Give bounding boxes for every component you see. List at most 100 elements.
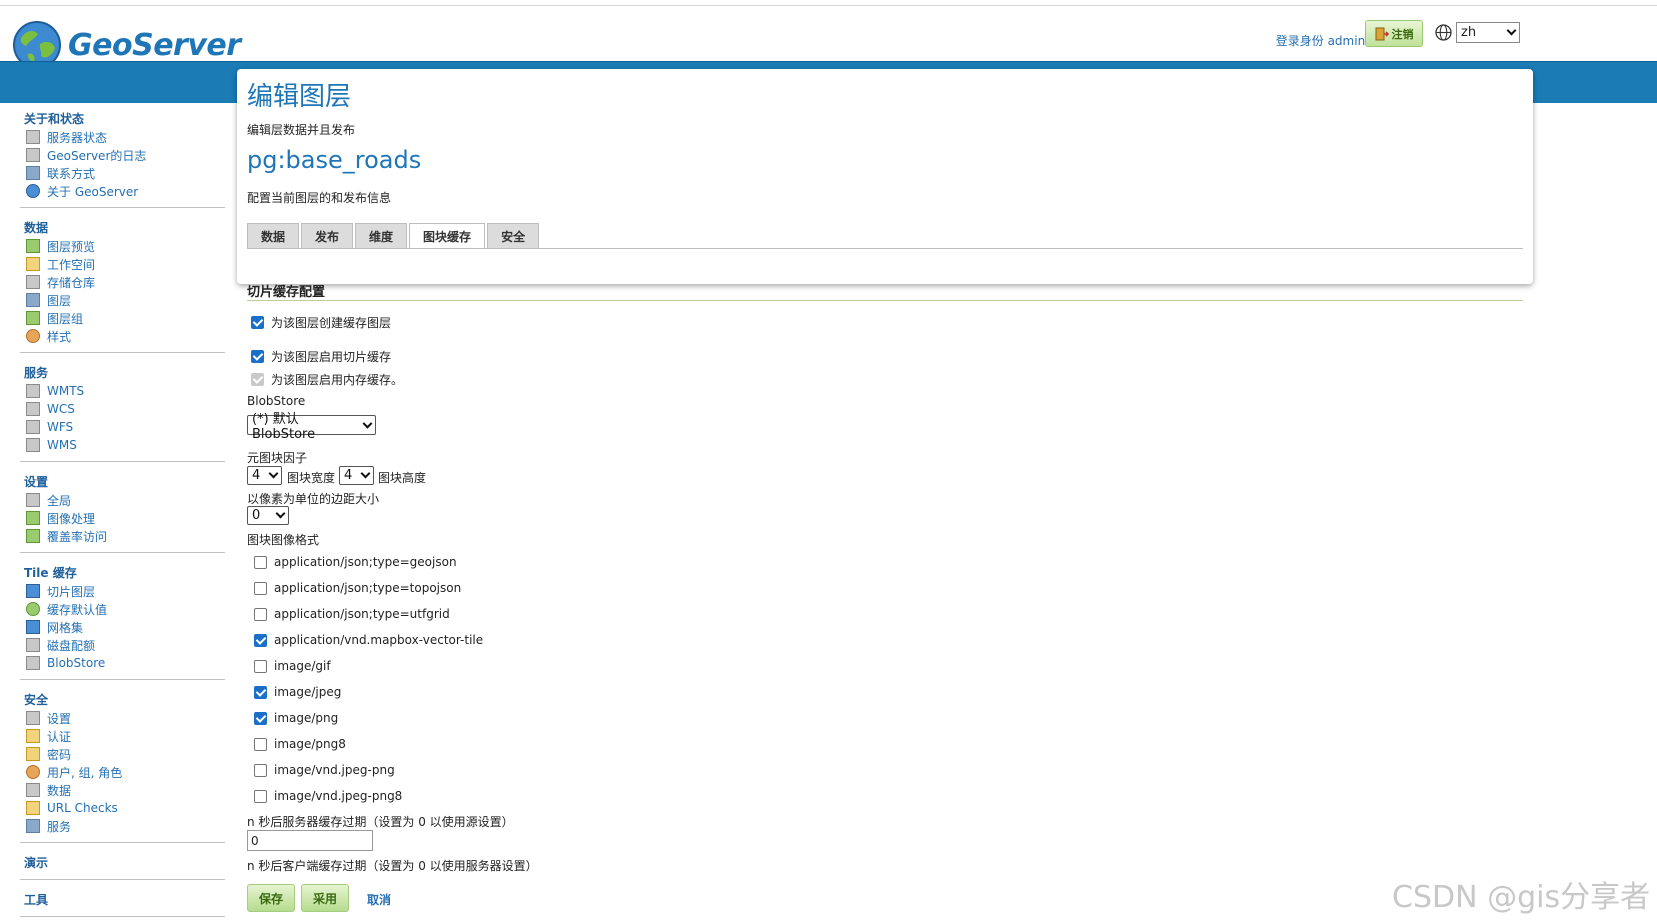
blobstore-select[interactable]: (*) 默认 BlobStore	[247, 412, 376, 442]
format-label: application/json;type=utfgrid	[274, 607, 450, 621]
format-checkbox[interactable]	[254, 763, 267, 777]
sidebar-item-wfs[interactable]: WFS	[20, 418, 225, 436]
sidebar-item-coverage-access[interactable]: 覆盖率访问	[20, 527, 225, 545]
metatile-height-select[interactable]: 4	[339, 466, 374, 485]
format-label: image/vnd.jpeg-png	[274, 763, 395, 777]
sidebar-item-service-security[interactable]: 服务	[20, 817, 225, 835]
sidebar-group-tile-cache: Tile 缓存 切片图层 缓存默认值 网格集 磁盘配额 BlobStore	[20, 564, 225, 680]
sidebar-item-label: 服务器状态	[47, 130, 108, 145]
sidebar-item-passwords[interactable]: 密码	[20, 745, 225, 763]
create-cached-layer-option[interactable]: 为该图层创建缓存图层	[251, 314, 391, 331]
format-checkbox[interactable]	[254, 659, 267, 673]
gutter-select[interactable]: 0	[247, 506, 289, 525]
create-cached-layer-checkbox[interactable]	[251, 316, 264, 329]
sidebar-item-layer-groups[interactable]: 图层组	[20, 309, 225, 327]
sidebar-item-label: WMTS	[47, 384, 85, 398]
sidebar-item-about[interactable]: 关于 GeoServer	[20, 182, 225, 200]
option-label: 为该图层启用切片缓存	[271, 350, 392, 364]
sidebar-item-label: 关于 GeoServer	[47, 184, 139, 199]
sidebar-item-security-settings[interactable]: 设置	[20, 709, 225, 727]
tab-publishing[interactable]: 发布	[301, 223, 354, 248]
format-checkbox[interactable]	[254, 607, 267, 621]
sidebar-item-server-status[interactable]: 服务器状态	[20, 128, 225, 146]
format-option[interactable]: image/png	[254, 711, 338, 725]
format-option[interactable]: image/vnd.jpeg-png8	[254, 789, 402, 803]
sidebar-heading[interactable]: 工具	[20, 891, 225, 909]
sidebar-heading: 设置	[24, 475, 49, 489]
save-button[interactable]: 保存	[247, 884, 295, 912]
format-checkbox[interactable]	[254, 711, 267, 725]
sidebar-item-styles[interactable]: 样式	[20, 327, 225, 345]
sidebar-item-workspaces[interactable]: 工作空间	[20, 255, 225, 273]
sidebar-heading[interactable]: 演示	[20, 854, 225, 872]
metatile-width-select[interactable]: 4	[247, 466, 282, 485]
sidebar-item-url-checks[interactable]: URL Checks	[20, 799, 225, 817]
gutter-label: 以像素为单位的边距大小	[247, 492, 380, 506]
format-option[interactable]: image/jpeg	[254, 685, 341, 699]
contact-card-icon	[26, 166, 40, 180]
sidebar-item-wmts[interactable]: WMTS	[20, 382, 225, 400]
sidebar-item-authentication[interactable]: 认证	[20, 727, 225, 745]
enable-tile-cache-option[interactable]: 为该图层启用切片缓存	[251, 348, 391, 365]
logout-label: 注销	[1391, 27, 1414, 41]
sidebar-item-logs[interactable]: GeoServer的日志	[20, 146, 225, 164]
sidebar-item-stores[interactable]: 存储仓库	[20, 273, 225, 291]
folder-icon	[26, 257, 40, 271]
sidebar-item-image-processing[interactable]: 图像处理	[20, 509, 225, 527]
sidebar-item-gridsets[interactable]: 网格集	[20, 618, 225, 636]
sidebar-heading: Tile 缓存	[24, 566, 77, 580]
sidebar-item-data-security[interactable]: 数据	[20, 781, 225, 799]
server-status-icon	[26, 130, 40, 144]
tab-security[interactable]: 安全	[487, 223, 540, 248]
format-option[interactable]: image/gif	[254, 659, 331, 673]
format-option[interactable]: application/json;type=geojson	[254, 555, 457, 569]
sidebar-item-wcs[interactable]: WCS	[20, 400, 225, 418]
cancel-link[interactable]: 取消	[367, 891, 391, 908]
format-checkbox[interactable]	[254, 555, 267, 569]
language-select[interactable]: zh	[1456, 22, 1520, 43]
format-checkbox[interactable]	[254, 789, 267, 803]
apply-button[interactable]: 采用	[301, 884, 349, 912]
shield-icon	[26, 801, 40, 815]
palette-icon	[26, 329, 40, 343]
tab-tile-caching[interactable]: 图块缓存	[409, 223, 486, 249]
sidebar-group-settings: 设置 全局 图像处理 覆盖率访问	[20, 473, 225, 553]
sidebar-item-layer-preview[interactable]: 图层预览	[20, 237, 225, 255]
logo-text: GeoServer	[68, 27, 241, 63]
enable-tile-cache-checkbox[interactable]	[251, 350, 264, 363]
disk-icon	[26, 638, 40, 652]
chevron-down-icon	[268, 468, 279, 479]
sidebar-item-disk-quota[interactable]: 磁盘配额	[20, 636, 225, 654]
sidebar-item-global[interactable]: 全局	[20, 491, 225, 509]
shield-icon	[26, 729, 40, 743]
sidebar-item-caching-defaults[interactable]: 缓存默认值	[20, 600, 225, 618]
format-option[interactable]: application/json;type=utfgrid	[254, 607, 450, 621]
service-icon	[26, 384, 40, 398]
tab-data[interactable]: 数据	[247, 223, 300, 248]
format-option[interactable]: application/json;type=topojson	[254, 581, 461, 595]
format-option[interactable]: image/vnd.jpeg-png	[254, 763, 395, 777]
format-option[interactable]: application/vnd.mapbox-vector-tile	[254, 633, 483, 647]
sidebar-item-label: 服务	[47, 819, 72, 834]
layer-group-icon	[26, 311, 40, 325]
logout-button[interactable]: 注销	[1365, 20, 1423, 47]
sidebar-item-wms[interactable]: WMS	[20, 436, 225, 454]
service-lock-icon	[26, 819, 40, 833]
server-expire-input[interactable]: 0	[247, 830, 373, 851]
sidebar-item-tile-layers[interactable]: 切片图层	[20, 582, 225, 600]
sidebar: 关于和状态 服务器状态 GeoServer的日志 联系方式 关于 GeoServ…	[20, 110, 225, 922]
sidebar-item-layers[interactable]: 图层	[20, 291, 225, 309]
format-option[interactable]: image/png8	[254, 737, 346, 751]
sidebar-item-label: 密码	[47, 747, 72, 762]
sidebar-item-contact[interactable]: 联系方式	[20, 164, 225, 182]
sidebar-heading: 服务	[24, 366, 49, 380]
service-icon	[26, 438, 40, 452]
format-checkbox[interactable]	[254, 581, 267, 595]
tab-dimensions[interactable]: 维度	[355, 223, 408, 248]
format-checkbox[interactable]	[254, 685, 267, 699]
format-checkbox[interactable]	[254, 633, 267, 647]
format-checkbox[interactable]	[254, 737, 267, 751]
sidebar-item-blobstore[interactable]: BlobStore	[20, 654, 225, 672]
sidebar-item-users-groups-roles[interactable]: 用户, 组, 角色	[20, 763, 225, 781]
database-icon	[26, 275, 40, 289]
